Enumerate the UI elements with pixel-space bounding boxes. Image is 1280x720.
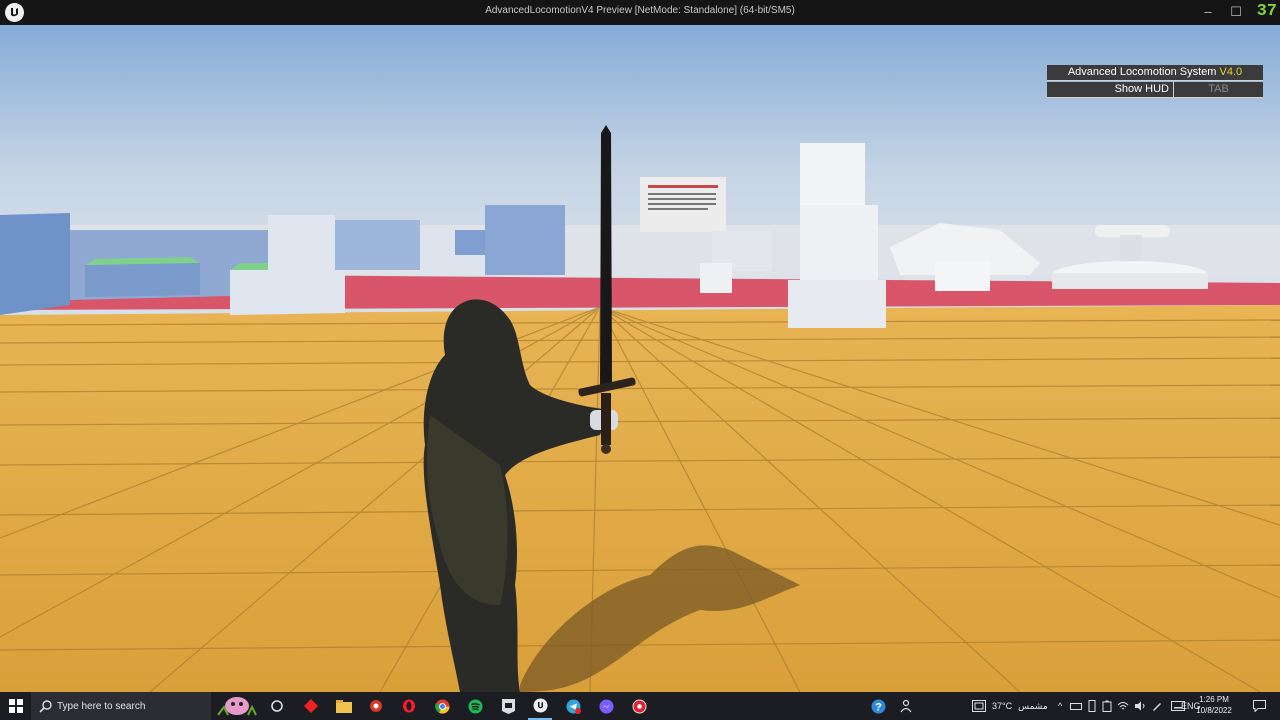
weather-widget[interactable]: 37°C مشمس [972, 692, 1048, 720]
unreal-engine-taskbar-icon[interactable] [528, 692, 552, 720]
cortana-icon[interactable] [266, 692, 288, 720]
weather-temp: 37°C [992, 701, 1013, 711]
start-button[interactable] [0, 692, 31, 720]
game-viewport[interactable]: Advanced Locomotion System V4.0 Show HUD… [0, 25, 1280, 692]
show-hud-row: Show HUD TAB [1047, 82, 1263, 98]
system-tray-icons[interactable]: ^ [1058, 692, 1191, 720]
pen-icon[interactable] [1151, 700, 1163, 712]
show-hud-key: TAB [1208, 83, 1229, 95]
fps-counter: 37 [1256, 2, 1277, 21]
chrome-icon[interactable] [431, 692, 453, 720]
hud-title-text: Advanced Locomotion System [1067, 66, 1217, 78]
weather-icon [972, 700, 986, 712]
search-placeholder: Type here to search [57, 700, 146, 712]
locomotion-hud: Advanced Locomotion System V4.0 Show HUD… [1047, 65, 1263, 99]
notifications-icon[interactable] [1250, 692, 1268, 720]
battery-icon[interactable] [1102, 700, 1112, 712]
people-icon[interactable] [897, 692, 917, 720]
app-red-diamond-icon[interactable] [300, 692, 322, 720]
file-explorer-icon[interactable] [333, 692, 355, 720]
hud-title: Advanced Locomotion System V4.0 [1047, 65, 1263, 81]
app-pinball-icon[interactable] [628, 692, 650, 720]
search-icon [39, 700, 52, 713]
windows-taskbar: Type here to search ? 37°C مشمس ^ ENG 1:… [0, 692, 1280, 720]
usb-icon[interactable] [1087, 700, 1097, 712]
epic-games-icon[interactable] [497, 692, 519, 720]
svg-text:?: ? [875, 701, 882, 713]
messenger-icon[interactable] [595, 692, 617, 720]
volume-icon[interactable] [1134, 701, 1146, 711]
clock-date: 10/8/2022 [1196, 706, 1232, 715]
hud-version: V4.0 [1219, 66, 1243, 78]
maximize-button[interactable]: ☐ [1226, 3, 1246, 21]
window-title: AdvancedLocomotionV4 Preview [NetMode: S… [485, 5, 795, 16]
taskbar-search[interactable]: Type here to search [31, 692, 211, 720]
show-hud-label: Show HUD [1047, 82, 1174, 97]
minimize-button[interactable]: – [1198, 3, 1218, 21]
telegram-icon[interactable] [562, 692, 584, 720]
weather-label: مشمس [1018, 700, 1048, 711]
windows-logo-icon [8, 699, 23, 713]
game-scene [0, 25, 1280, 692]
opera-icon[interactable] [398, 692, 420, 720]
search-highlight-icon[interactable] [212, 692, 262, 720]
network-adapter-icon[interactable] [1070, 701, 1083, 711]
wifi-icon[interactable] [1117, 701, 1129, 711]
chevron-up-icon[interactable]: ^ [1058, 701, 1062, 711]
app-red-circle-icon[interactable] [365, 692, 387, 720]
window-title-bar[interactable]: AdvancedLocomotionV4 Preview [NetMode: S… [0, 0, 1280, 25]
clock-time: 1:26 PM [1199, 695, 1229, 704]
taskbar-clock[interactable]: 1:26 PM 10/8/2022 [1194, 694, 1234, 716]
help-icon[interactable]: ? [868, 692, 888, 720]
spotify-icon[interactable] [464, 692, 486, 720]
